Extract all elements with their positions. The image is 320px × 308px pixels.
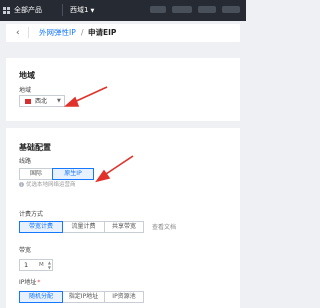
bandwidth-stepper[interactable]: 1 M ▲ ▼ xyxy=(19,259,53,271)
redacted-block xyxy=(150,6,166,13)
breadcrumb: ‹ 外网弹性IP / 申请EIP xyxy=(6,24,240,42)
basic-config-title: 基础配置 xyxy=(19,143,51,152)
line-hint-text: 优选本地网络运营商 xyxy=(26,182,76,188)
bandwidth-unit: M xyxy=(39,262,44,268)
breadcrumb-separator: / xyxy=(81,28,84,37)
all-products-menu[interactable]: 全部产品 xyxy=(14,5,42,15)
redacted-block xyxy=(198,6,216,13)
ip-address-field-label: IP地址* xyxy=(19,279,40,287)
redacted-block xyxy=(172,6,192,13)
required-mark: * xyxy=(37,279,41,286)
chevron-down-icon: ▼ xyxy=(57,98,61,104)
region-field-label: 地域 xyxy=(19,87,32,94)
breadcrumb-divider xyxy=(28,27,29,38)
bandwidth-value: 1 xyxy=(24,261,29,269)
breadcrumb-parent-link[interactable]: 外网弹性IP xyxy=(39,27,76,39)
redacted-block xyxy=(222,6,240,13)
line-hint: i 优选本地网络运营商 xyxy=(19,181,76,189)
ip-option-specify[interactable]: 指定IP地址 xyxy=(62,291,105,303)
ip-option-pool[interactable]: IP资源池 xyxy=(104,291,144,303)
billing-option-shared[interactable]: 共享带宽 xyxy=(104,221,144,233)
region-select[interactable]: 西北 ▼ xyxy=(19,95,65,107)
billing-option-traffic[interactable]: 流量计费 xyxy=(62,221,105,233)
topbar-divider xyxy=(62,4,63,16)
region-select-value: 西北 xyxy=(35,98,48,105)
region-switcher-label: 西域1 xyxy=(70,6,89,14)
ip-option-random[interactable]: 随机分配 xyxy=(19,291,63,303)
ip-address-label-text: IP地址 xyxy=(19,279,37,286)
billing-field-label: 计费方式 xyxy=(19,211,44,218)
line-option-native-ip[interactable]: 原生IP xyxy=(52,168,94,180)
bandwidth-field-label: 带宽 xyxy=(19,247,32,254)
info-icon: i xyxy=(19,182,24,187)
region-section: 地域 地域 西北 ▼ xyxy=(6,58,240,121)
page-title: 申请EIP xyxy=(88,28,117,37)
grid-menu-icon[interactable] xyxy=(3,7,10,14)
billing-option-bandwidth[interactable]: 带宽计费 xyxy=(19,221,63,233)
line-option-intl[interactable]: 国际 xyxy=(19,168,53,180)
top-nav-bar: 全部产品 西域1 ▼ xyxy=(0,0,246,21)
view-docs-link[interactable]: 查看文档 xyxy=(152,224,176,232)
region-section-title: 地域 xyxy=(19,71,35,80)
stepper-arrows-icon[interactable]: ▲ ▼ xyxy=(48,260,51,270)
region-switcher[interactable]: 西域1 ▼ xyxy=(70,5,94,16)
flag-icon xyxy=(25,99,31,104)
line-field-label: 线路 xyxy=(19,158,32,165)
chevron-left-icon[interactable]: ‹ xyxy=(16,27,20,39)
chevron-down-icon: ▼ xyxy=(90,8,95,14)
basic-config-section: 基础配置 线路 国际 原生IP i 优选本地网络运营商 计费方式 带宽计费 流量计… xyxy=(6,128,240,308)
